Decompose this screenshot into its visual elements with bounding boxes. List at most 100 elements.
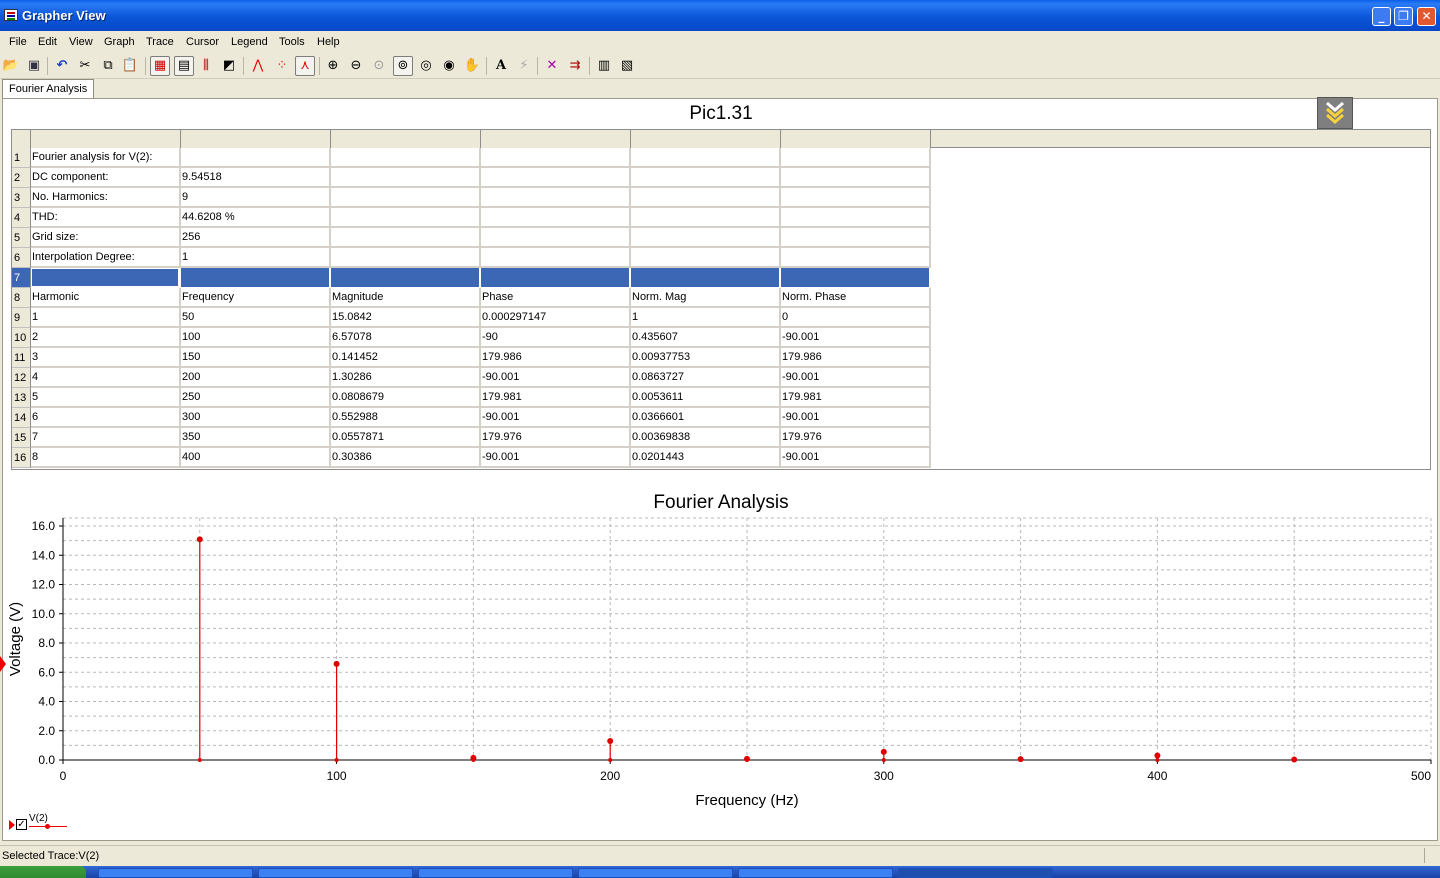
table-cell[interactable] — [781, 208, 931, 228]
table-cell[interactable] — [331, 168, 481, 188]
table-cell[interactable] — [781, 228, 931, 248]
zoom-in-icon[interactable]: ⊕ — [323, 56, 343, 76]
table-cell[interactable] — [781, 248, 931, 268]
table-cell[interactable]: 6 — [31, 408, 181, 428]
table-cell[interactable]: 100 — [181, 328, 331, 348]
table-cell[interactable]: 1 — [631, 308, 781, 328]
table-row[interactable]: 16 8 400 0.30386 -90.001 0.0201443 -90.001 — [12, 448, 932, 468]
table-cell[interactable]: 256 — [181, 228, 331, 248]
row-number[interactable]: 10 — [12, 328, 31, 348]
overlay-traces-icon[interactable]: ◩ — [219, 56, 239, 76]
table-cell[interactable]: 8 — [31, 448, 181, 468]
row-number[interactable]: 7 — [12, 268, 31, 288]
table-cell[interactable]: 1 — [181, 248, 331, 268]
taskbar-button[interactable] — [258, 868, 413, 878]
save-icon[interactable]: ▣ — [24, 56, 44, 76]
fourier-chart[interactable]: Fourier Analysis 0.0 2.0 4.0 6.0 8.0 10.0 12.0… — [3, 484, 1439, 814]
table-cell[interactable]: 2 — [31, 328, 181, 348]
table-cell[interactable]: 6.57078 — [331, 328, 481, 348]
row-number[interactable]: 14 — [12, 408, 31, 428]
table-cell[interactable] — [331, 188, 481, 208]
row-number[interactable]: 4 — [12, 208, 31, 228]
cursors-icon[interactable]: ⫼ — [196, 56, 216, 76]
table-cell[interactable] — [631, 268, 781, 288]
zoom-x-icon[interactable]: ◎ — [416, 56, 436, 76]
table-cell[interactable] — [781, 168, 931, 188]
zoom-out-icon[interactable]: ⊖ — [346, 56, 366, 76]
table-cell[interactable]: -90.001 — [781, 368, 931, 388]
menu-graph[interactable]: Graph — [104, 36, 135, 48]
table-row[interactable]: 5 Grid size: 256 — [12, 228, 932, 248]
table-cell[interactable] — [781, 188, 931, 208]
table-row[interactable]: 3 No. Harmonics: 9 — [12, 188, 932, 208]
column-header[interactable] — [12, 130, 31, 148]
table-cell[interactable]: 179.981 — [781, 388, 931, 408]
copy-icon[interactable]: ⧉ — [98, 56, 118, 76]
table-cell[interactable]: 400 — [181, 448, 331, 468]
taskbar-button-active[interactable] — [898, 868, 1053, 878]
table-cell[interactable] — [331, 208, 481, 228]
table-cell[interactable] — [331, 248, 481, 268]
table-cell[interactable] — [331, 268, 481, 288]
table-row[interactable]: 9 1 50 15.0842 0.000297147 1 0 — [12, 308, 932, 328]
table-cell[interactable] — [631, 148, 781, 168]
column-header[interactable] — [31, 130, 181, 148]
table-cell[interactable]: 179.976 — [781, 428, 931, 448]
menu-edit[interactable]: Edit — [38, 36, 57, 48]
table-row[interactable]: 7 — [12, 268, 932, 288]
table-cell[interactable]: No. Harmonics: — [31, 188, 181, 208]
table-cell[interactable]: 179.986 — [481, 348, 631, 368]
harmonic-point[interactable] — [333, 660, 340, 667]
taskbar-button[interactable] — [418, 868, 573, 878]
table-cell[interactable] — [631, 188, 781, 208]
table-row[interactable]: 15 7 350 0.0557871 179.976 0.00369838 179.976 — [12, 428, 932, 448]
harmonic-point[interactable] — [196, 536, 203, 543]
table-cell[interactable] — [181, 148, 331, 168]
column-header[interactable] — [781, 130, 931, 148]
table-cell[interactable]: -90.001 — [481, 368, 631, 388]
table-cell[interactable]: 300 — [181, 408, 331, 428]
harmonic-point[interactable] — [607, 737, 614, 744]
legend-checkbox[interactable]: ✓ — [16, 819, 27, 830]
table-cell[interactable]: -90.001 — [481, 408, 631, 428]
table-cell[interactable]: -90.001 — [481, 448, 631, 468]
row-number[interactable]: 16 — [12, 448, 31, 468]
table-cell[interactable]: Harmonic — [31, 288, 181, 308]
table-cell[interactable] — [631, 208, 781, 228]
menu-file[interactable]: File — [9, 36, 27, 48]
undo-icon[interactable]: ↶ — [52, 56, 72, 76]
table-row[interactable]: 6 Interpolation Degree: 1 — [12, 248, 932, 268]
table-cell[interactable]: 0.30386 — [331, 448, 481, 468]
table-row[interactable]: 13 5 250 0.0808679 179.981 0.0053611 179.981 — [12, 388, 932, 408]
grid-toggle-icon[interactable]: ▦ — [150, 56, 170, 76]
table-cell[interactable]: DC component: — [31, 168, 181, 188]
restore-button[interactable]: ❐ — [1394, 7, 1413, 26]
taskbar-button[interactable] — [98, 868, 253, 878]
minimize-button[interactable]: _ — [1372, 7, 1391, 26]
taskbar-button[interactable] — [578, 868, 733, 878]
column-header[interactable] — [481, 130, 631, 148]
line-trace-icon[interactable]: ⋀ — [248, 56, 268, 76]
menu-cursor[interactable]: Cursor — [186, 36, 219, 48]
open-folder-icon[interactable]: 📂 — [1, 56, 21, 76]
close-button[interactable]: ✕ — [1417, 7, 1436, 26]
table-cell[interactable]: 0.0201443 — [631, 448, 781, 468]
table-cell[interactable] — [31, 268, 181, 288]
cut-icon[interactable]: ✂ — [75, 56, 95, 76]
harmonic-point[interactable] — [880, 748, 887, 755]
table-cell[interactable]: 1 — [31, 308, 181, 328]
table-cell[interactable]: -90.001 — [781, 408, 931, 428]
table-cell[interactable]: Interpolation Degree: — [31, 248, 181, 268]
text-label-icon[interactable]: A — [491, 56, 511, 76]
table-cell[interactable]: 0.0863727 — [631, 368, 781, 388]
table-cell[interactable]: 0.0808679 — [331, 388, 481, 408]
table-cell[interactable] — [781, 148, 931, 168]
menu-legend[interactable]: Legend — [231, 36, 268, 48]
pan-hand-icon[interactable]: ✋ — [462, 56, 482, 76]
table-cell[interactable]: Norm. Phase — [781, 288, 931, 308]
table-cell[interactable]: 150 — [181, 348, 331, 368]
row-number[interactable]: 3 — [12, 188, 31, 208]
table-row[interactable]: 1 Fourier analysis for V(2): — [12, 148, 932, 168]
row-number[interactable]: 2 — [12, 168, 31, 188]
table-cell[interactable]: Phase — [481, 288, 631, 308]
